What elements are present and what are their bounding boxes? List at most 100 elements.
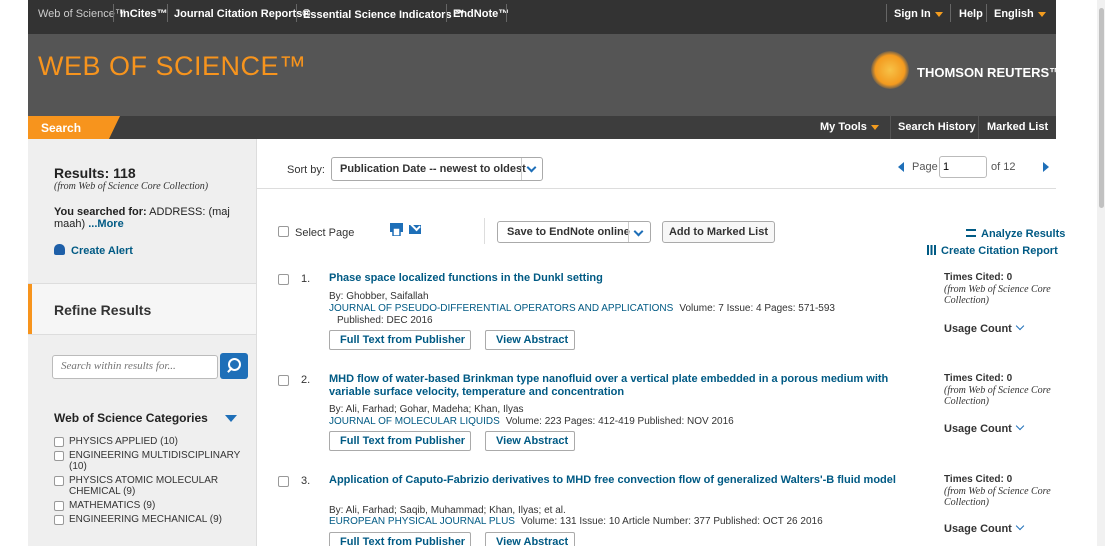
next-page-icon[interactable] bbox=[1043, 162, 1049, 172]
record-title[interactable]: Phase space localized functions in the D… bbox=[329, 272, 899, 285]
product-link-esi[interactable]: Essential Science Indicators ℠ bbox=[303, 8, 466, 21]
email-icon[interactable] bbox=[409, 225, 421, 234]
scrollbar-thumb[interactable] bbox=[1099, 8, 1104, 208]
more-link[interactable]: ...More bbox=[88, 218, 123, 230]
product-link-endnote[interactable]: EndNote™ bbox=[453, 8, 509, 20]
analyze-results-link[interactable]: Analyze Results bbox=[966, 228, 1065, 240]
journal-link[interactable]: EUROPEAN PHYSICAL JOURNAL PLUS bbox=[329, 516, 515, 527]
publisher-logo-text: THOMSON REUTERS™ bbox=[917, 65, 1063, 80]
language-menu[interactable]: English bbox=[994, 8, 1046, 20]
search-within-input[interactable] bbox=[59, 359, 213, 373]
full-text-button[interactable]: Full Text from Publisher bbox=[329, 532, 471, 546]
checkbox[interactable] bbox=[54, 515, 64, 525]
save-options-toggle[interactable] bbox=[628, 222, 650, 242]
view-abstract-button[interactable]: View Abstract bbox=[485, 532, 575, 546]
category-label: ENGINEERING MECHANICAL (9) bbox=[69, 514, 222, 525]
chevron-down-icon bbox=[1015, 321, 1025, 331]
category-item[interactable]: ENGINEERING MULTIDISCIPLINARY (10) bbox=[54, 450, 249, 472]
sort-select[interactable]: Publication Date -- newest to oldest bbox=[331, 157, 543, 181]
usage-count-label: Usage Count bbox=[944, 423, 1012, 435]
page: Web of Science™ InCites™ Journal Citatio… bbox=[28, 0, 1065, 546]
view-abstract-label: View Abstract bbox=[496, 536, 569, 546]
usage-count-toggle[interactable]: Usage Count bbox=[944, 321, 1025, 335]
thomson-reuters-logo-icon bbox=[871, 51, 909, 89]
create-alert-link[interactable]: Create Alert bbox=[54, 244, 133, 257]
print-icon[interactable] bbox=[390, 223, 403, 236]
checkbox[interactable] bbox=[54, 451, 64, 461]
record-number: 2. bbox=[301, 374, 311, 386]
times-cited: Times Cited: 0 bbox=[944, 272, 1013, 283]
marked-list-link[interactable]: Marked List bbox=[987, 121, 1048, 133]
record-title[interactable]: Application of Caputo-Fabrizio derivativ… bbox=[329, 474, 899, 487]
sidebar: Results: 118 (from Web of Science Core C… bbox=[28, 139, 257, 546]
usage-count-toggle[interactable]: Usage Count bbox=[944, 521, 1025, 535]
search-within-button[interactable] bbox=[220, 353, 248, 379]
sort-label: Sort by: bbox=[287, 164, 325, 176]
divider bbox=[113, 4, 114, 22]
select-page-control[interactable]: Select Page bbox=[278, 226, 354, 239]
usage-count-toggle[interactable]: Usage Count bbox=[944, 421, 1025, 435]
record-source: JOURNAL OF PSEUDO-DIFFERENTIAL OPERATORS… bbox=[329, 303, 835, 314]
list-icon bbox=[966, 229, 976, 237]
select-page-checkbox[interactable] bbox=[278, 226, 289, 237]
divider bbox=[986, 4, 987, 22]
category-item[interactable]: PHYSICS APPLIED (10) bbox=[54, 436, 249, 447]
analyze-results-label: Analyze Results bbox=[981, 228, 1066, 240]
sort-dropdown-toggle[interactable] bbox=[521, 158, 542, 180]
divider bbox=[978, 116, 979, 139]
checkbox[interactable] bbox=[54, 476, 64, 486]
category-item[interactable]: MATHEMATICS (9) bbox=[54, 500, 249, 511]
view-abstract-label: View Abstract bbox=[496, 435, 569, 447]
add-to-marked-list-button[interactable]: Add to Marked List bbox=[662, 221, 775, 243]
journal-link[interactable]: JOURNAL OF PSEUDO-DIFFERENTIAL OPERATORS… bbox=[329, 303, 673, 314]
full-text-label: Full Text from Publisher bbox=[340, 334, 466, 346]
view-abstract-button[interactable]: View Abstract bbox=[485, 431, 575, 451]
help-link[interactable]: Help bbox=[959, 8, 983, 20]
tab-search[interactable]: Search bbox=[28, 116, 120, 139]
categories-heading[interactable]: Web of Science Categories bbox=[54, 411, 208, 425]
checkbox[interactable] bbox=[54, 501, 64, 511]
create-alert-label: Create Alert bbox=[71, 245, 133, 257]
search-within-box bbox=[52, 355, 218, 379]
page-label: Page bbox=[912, 161, 938, 173]
add-to-marked-list-label: Add to Marked List bbox=[668, 226, 768, 238]
record-checkbox[interactable] bbox=[278, 274, 289, 285]
times-cited-source: (from Web of Science Core Collection) bbox=[944, 385, 1051, 407]
full-text-button[interactable]: Full Text from Publisher bbox=[329, 431, 471, 451]
result-record: 2. MHD flow of water-based Brinkman type… bbox=[257, 372, 1056, 452]
accent-bar bbox=[28, 284, 32, 334]
view-abstract-button[interactable]: View Abstract bbox=[485, 330, 575, 350]
product-link-jcr[interactable]: Journal Citation Reports® bbox=[174, 8, 310, 20]
checkbox[interactable] bbox=[54, 437, 64, 447]
record-checkbox[interactable] bbox=[278, 476, 289, 487]
product-link-incites[interactable]: InCites™ bbox=[120, 8, 168, 20]
save-to-endnote-button[interactable]: Save to EndNote online bbox=[497, 221, 651, 243]
record-details: Volume: 131 Issue: 10 Article Number: 37… bbox=[520, 516, 823, 527]
category-label: PHYSICS APPLIED (10) bbox=[69, 436, 178, 447]
record-title[interactable]: MHD flow of water-based Brinkman type na… bbox=[329, 373, 899, 399]
page-number-input[interactable] bbox=[939, 156, 987, 178]
triangle-down-icon[interactable] bbox=[225, 415, 237, 422]
record-checkbox[interactable] bbox=[278, 375, 289, 386]
previous-page-icon[interactable] bbox=[898, 162, 904, 172]
searched-prefix: You searched for: bbox=[54, 206, 147, 218]
tab-search-label: Search bbox=[41, 121, 82, 135]
category-item[interactable]: PHYSICS ATOMIC MOLECULAR CHEMICAL (9) bbox=[54, 475, 249, 497]
divider bbox=[890, 116, 891, 139]
bell-icon bbox=[54, 244, 65, 255]
web-of-science-logo[interactable]: WEB OF SCIENCE™ bbox=[38, 51, 307, 82]
times-cited: Times Cited: 0 bbox=[944, 474, 1013, 485]
citation-report-link[interactable]: Create Citation Report bbox=[927, 245, 1058, 257]
search-history-link[interactable]: Search History bbox=[898, 121, 976, 133]
results-toolbar: Select Page Save to EndNote online Add t… bbox=[257, 210, 1065, 257]
top-bar: Web of Science™ InCites™ Journal Citatio… bbox=[28, 0, 1056, 34]
chevron-down-icon bbox=[1015, 521, 1025, 531]
refine-results-panel: Refine Results bbox=[28, 283, 256, 335]
sign-in-menu[interactable]: Sign In bbox=[894, 8, 943, 20]
full-text-button[interactable]: Full Text from Publisher bbox=[329, 330, 471, 350]
category-item[interactable]: ENGINEERING MECHANICAL (9) bbox=[54, 514, 249, 525]
my-tools-menu[interactable]: My Tools bbox=[820, 121, 879, 133]
chevron-down-icon bbox=[526, 162, 537, 173]
journal-link[interactable]: JOURNAL OF MOLECULAR LIQUIDS bbox=[329, 416, 500, 427]
divider bbox=[484, 218, 485, 244]
